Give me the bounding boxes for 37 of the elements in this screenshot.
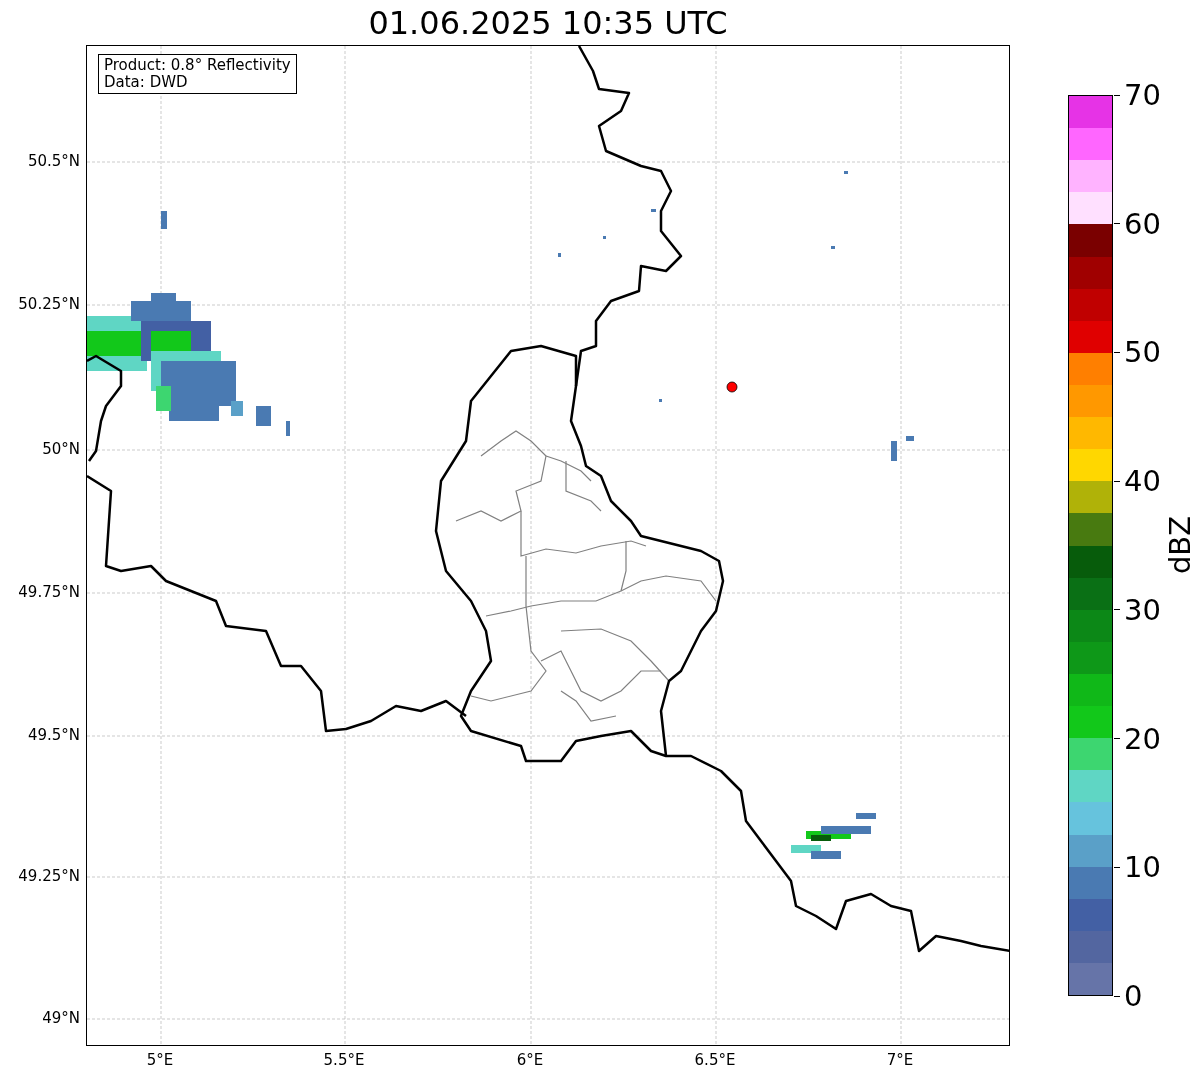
colorbar-label: dBZ (1163, 515, 1197, 575)
radar-echo (659, 399, 662, 402)
latitude-label: 50.5°N (27, 151, 80, 171)
radar-echo (906, 436, 914, 441)
longitude-label: 6.5°E (694, 1050, 736, 1070)
latitude-label: 49.25°N (18, 866, 80, 886)
colorbar-tick-label: 40 (1124, 464, 1161, 499)
longitude-label: 5°E (146, 1050, 174, 1070)
radar-echo (161, 211, 167, 229)
radar-echo (844, 171, 848, 174)
latitude-label: 50°N (42, 439, 80, 459)
location-marker (726, 381, 738, 393)
longitude-label: 5.5°E (323, 1050, 365, 1070)
info-text: Product: 0.8° Reflectivity (104, 57, 291, 74)
latitude-label: 50.25°N (18, 294, 80, 314)
radar-echo (856, 813, 876, 819)
radar-echo (891, 441, 897, 461)
latitude-label: 49°N (42, 1008, 80, 1028)
radar-echo (651, 209, 656, 212)
longitude-label: 6°E (516, 1050, 544, 1070)
colorbar-tick-label: 50 (1124, 335, 1161, 370)
colorbar-tick-label: 10 (1124, 850, 1161, 885)
radar-echo (256, 406, 271, 426)
radar-echo (558, 253, 561, 257)
radar-echo (603, 236, 606, 239)
chart-title: 01.06.2025 10:35 UTC (368, 3, 728, 44)
longitude-label: 7°E (886, 1050, 914, 1070)
colorbar-tick-label: 0 (1124, 979, 1143, 1013)
colorbar-tick-label: 30 (1124, 592, 1161, 627)
latitude-label: 49.5°N (27, 725, 80, 745)
radar-echo (286, 421, 290, 436)
latitude-label: 49.75°N (18, 582, 80, 602)
colorbar-tick-label: 60 (1124, 206, 1161, 241)
colorbar-tick-label: 20 (1124, 721, 1161, 756)
radar-echo (831, 246, 835, 249)
colorbar-tick-label: 70 (1124, 78, 1161, 112)
info-text: Data: DWD (104, 74, 189, 91)
